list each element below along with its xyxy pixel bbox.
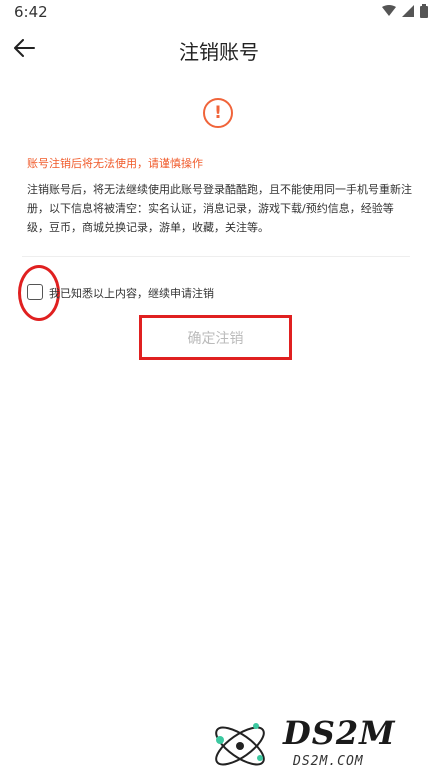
signal-icon: [402, 5, 414, 17]
watermark: DS2M DS2M.COM: [208, 710, 428, 780]
wifi-icon: [382, 5, 396, 16]
watermark-logo-text: DS2M: [283, 714, 396, 752]
atom-logo-icon: [215, 723, 265, 766]
status-time: 6:42: [14, 3, 48, 21]
status-bar: 6:42: [0, 0, 438, 24]
account-deletion-description: 注销账号后，将无法继续使用此账号登录酷酷跑，且不能使用同一手机号重新注 册，以下…: [27, 180, 413, 237]
warning-icon: !: [203, 98, 233, 128]
battery-icon: [420, 4, 428, 18]
watermark-domain-text: DS2M.COM: [293, 754, 364, 769]
description-line: 级，豆币，商城兑换记录，游单，收藏，关注等。: [27, 221, 269, 234]
agree-checkbox[interactable]: [27, 284, 43, 300]
warning-text: 账号注销后将无法使用，请谨慎操作: [27, 157, 203, 170]
description-line: 册，以下信息将被清空：实名认证，消息记录，游戏下载/预约信息，经验等: [27, 202, 394, 215]
description-line: 注销账号后，将无法继续使用此账号登录酷酷跑，且不能使用同一手机号重新注: [27, 183, 412, 196]
divider: [22, 256, 410, 257]
page-title: 注销账号: [179, 40, 259, 64]
confirm-deletion-button[interactable]: 确定注销: [142, 318, 289, 357]
agree-label[interactable]: 我已知悉以上内容，继续申请注销: [49, 285, 214, 301]
app-bar: 注销账号: [0, 28, 438, 68]
status-icons: [382, 4, 428, 18]
